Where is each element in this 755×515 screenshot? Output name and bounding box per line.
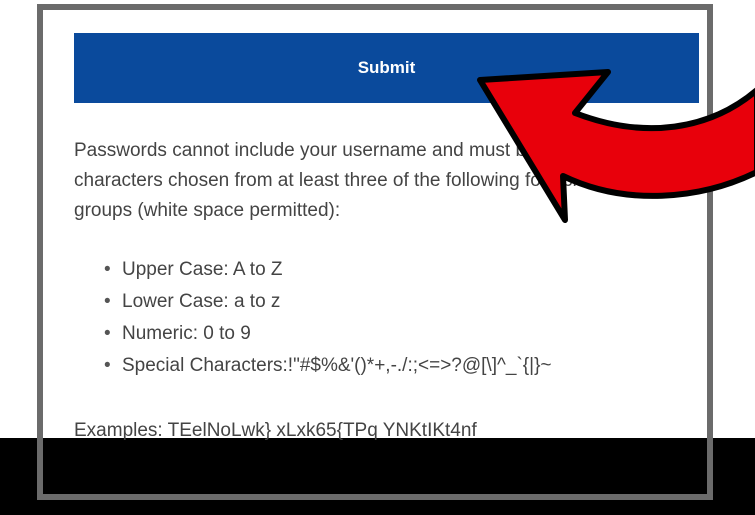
highlight-frame	[37, 4, 713, 500]
